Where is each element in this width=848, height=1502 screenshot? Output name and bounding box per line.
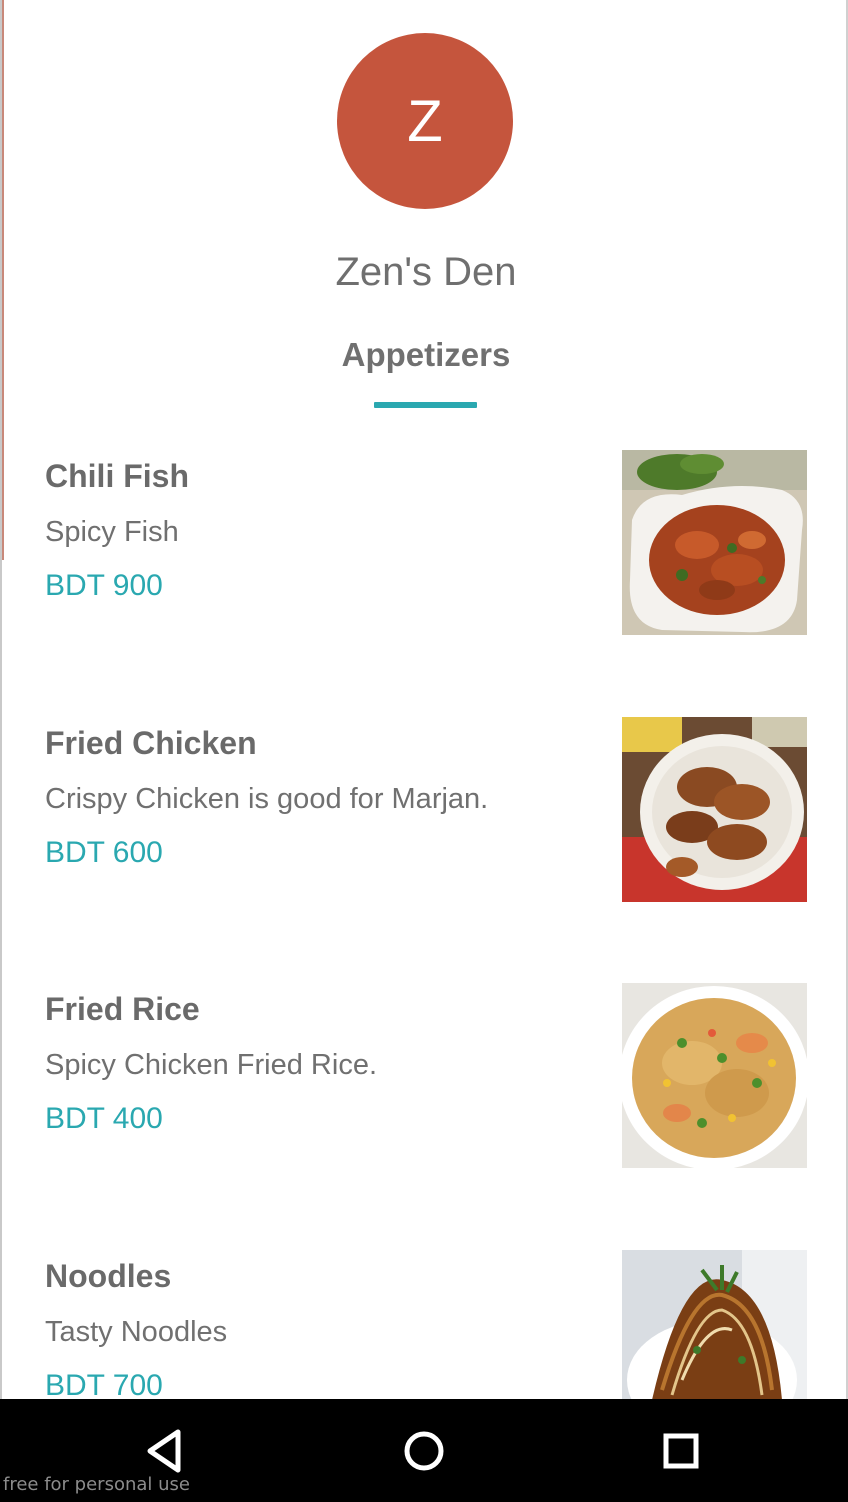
item-price: BDT 900 [45, 569, 163, 602]
restaurant-avatar: Z [337, 33, 513, 209]
home-circle-icon[interactable] [396, 1423, 452, 1479]
watermark-text: free for personal use [3, 1474, 190, 1495]
item-name: Noodles [45, 1258, 172, 1294]
tab-appetizers[interactable]: Appetizers [2, 336, 846, 374]
item-name: Fried Rice [45, 991, 200, 1027]
item-price: BDT 600 [45, 836, 163, 869]
fried-chicken-photo [622, 717, 807, 902]
menu-item[interactable]: Fried Rice Spicy Chicken Fried Rice. BDT… [2, 983, 846, 1168]
item-description: Spicy Fish [45, 516, 179, 548]
item-name: Fried Chicken [45, 725, 257, 761]
avatar-letter: Z [407, 88, 443, 154]
back-triangle-icon[interactable] [138, 1423, 194, 1479]
fried-rice-photo [622, 983, 807, 1168]
recents-square-icon[interactable] [653, 1423, 709, 1479]
tab-indicator [374, 402, 477, 408]
item-description: Tasty Noodles [45, 1316, 228, 1348]
noodles-photo [622, 1250, 807, 1399]
item-price: BDT 400 [45, 1102, 163, 1135]
menu-item[interactable]: Chili Fish Spicy Fish BDT 900 [2, 450, 846, 635]
app-screen: Z Zen's Den Appetizers Chili Fish Spicy … [0, 0, 848, 1399]
menu-item[interactable]: Fried Chicken Crispy Chicken is good for… [2, 717, 846, 902]
chili-fish-photo [622, 450, 807, 635]
system-nav-bar: free for personal use [0, 1399, 848, 1502]
item-name: Chili Fish [45, 458, 189, 494]
restaurant-name: Zen's Den [335, 250, 517, 294]
menu-item[interactable]: Noodles Tasty Noodles BDT 700 [2, 1250, 846, 1399]
item-description: Crispy Chicken is good for Marjan. [45, 783, 489, 815]
item-description: Spicy Chicken Fried Rice. [45, 1049, 377, 1081]
item-price: BDT 700 [45, 1369, 163, 1399]
